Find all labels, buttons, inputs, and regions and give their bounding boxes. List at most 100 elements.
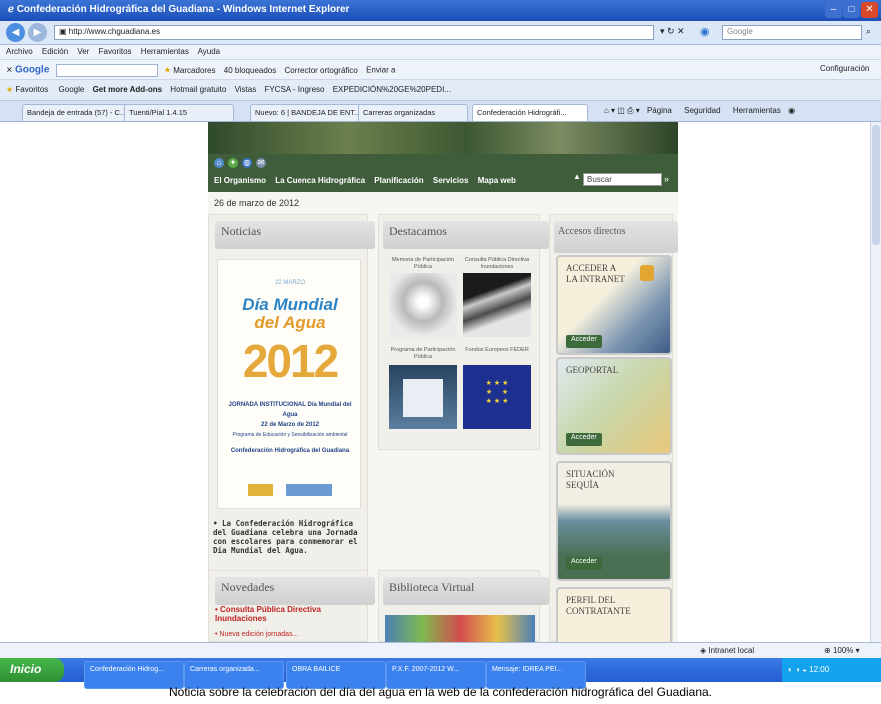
home-icon[interactable]: ⌂ ▾ — [604, 106, 617, 115]
intranet-access-button[interactable]: Acceder — [566, 335, 602, 348]
system-tray: ◐ ◑ ◒ 12:00 — [782, 658, 881, 682]
tools-menu[interactable]: Herramientas — [733, 106, 781, 115]
forward-button[interactable]: ▶ — [28, 23, 47, 42]
site-container: ⌂ ✦ ◍ ✉ El Organismo La Cuenca Hidrográf… — [208, 122, 678, 642]
novedades-heading: Novedades — [215, 577, 375, 605]
tab-carreras[interactable]: Carreras organizadas — [358, 104, 468, 121]
page-menu[interactable]: Página — [647, 106, 672, 115]
meeting-table-image[interactable] — [389, 273, 457, 337]
site-search-button[interactable]: » — [664, 174, 674, 185]
spellcheck-button[interactable]: Corrector ortográfico — [284, 66, 357, 75]
site-search-input[interactable]: Buscar — [583, 173, 662, 186]
poster-logos — [248, 484, 332, 496]
site-banner-image — [208, 122, 678, 154]
sequia-card[interactable]: SITUACIÓN SEQUÍA Acceder — [556, 461, 672, 581]
search-arrow-icon: ▲ — [573, 172, 581, 181]
close-button[interactable]: ✕ — [861, 2, 878, 18]
menu-item-ayuda[interactable]: Ayuda — [198, 47, 221, 56]
favorites-star-icon: ★ — [6, 85, 16, 94]
menu-item-edicion[interactable]: Edición — [42, 47, 68, 56]
minimize-button[interactable]: – — [825, 2, 842, 18]
favorite-google[interactable]: Google — [59, 85, 85, 94]
refresh-stop-icons[interactable]: ▾ ↻ ✕ — [660, 26, 685, 37]
help-icon[interactable]: ◉ — [788, 106, 795, 115]
sitemap-icon[interactable]: ✦ — [228, 158, 238, 168]
start-button[interactable]: Inicio — [0, 658, 64, 682]
favorite-vistas[interactable]: Vistas — [235, 85, 257, 94]
favorite-expedicion[interactable]: EXPEDICIÓN%20GE%20PEDI... — [333, 85, 451, 94]
accesos-heading: Accesos directos — [554, 221, 678, 253]
intranet-card[interactable]: ACCEDER A LA INTRANET Acceder — [556, 255, 672, 355]
perfil-card-title: PERFIL DEL CONTRATANTE — [566, 595, 631, 616]
ie-icon: ℯ — [8, 4, 17, 15]
nav-cuenca[interactable]: La Cuenca Hidrográfica — [275, 176, 365, 185]
feeds-icon[interactable]: ◫ — [617, 106, 627, 115]
current-date: 26 de marzo de 2012 — [214, 198, 300, 208]
news-item[interactable]: • La Confederación Hidrográfica del Guad… — [213, 519, 365, 555]
address-input[interactable]: ▣ http://www.chguadiana.es — [54, 25, 654, 40]
document-image — [403, 379, 443, 417]
popup-blocker-button[interactable]: 40 bloqueados — [224, 66, 277, 75]
menu-item-ver[interactable]: Ver — [77, 47, 89, 56]
main-nav: El Organismo La Cuenca Hidrográfica Plan… — [214, 176, 523, 185]
dia-agua-poster[interactable]: 22 MARZO Día Mundial del Agua 2012 JORNA… — [217, 259, 361, 509]
intranet-card-title: ACCEDER A LA INTRANET — [566, 263, 625, 284]
perfil-contratante-card[interactable]: PERFIL DEL CONTRATANTE — [556, 587, 672, 642]
eu-flag-image[interactable]: ★ ★ ★ ★ ★ ★ ★ ★ — [463, 365, 531, 429]
favorites-button[interactable]: Favoritos — [15, 85, 48, 94]
participation-image[interactable] — [389, 365, 457, 429]
nav-planificacion[interactable]: Planificación — [374, 176, 423, 185]
novedades-item-2[interactable]: • Nueva edición jornadas... — [215, 631, 363, 638]
back-button[interactable]: ◀ — [6, 23, 25, 42]
destacamos-heading: Destacamos — [383, 221, 549, 249]
menu-item-favoritos[interactable]: Favoritos — [99, 47, 132, 56]
address-toolbar: ◀ ▶ ▣ http://www.chguadiana.es ▾ ↻ ✕ ◉ G… — [0, 21, 881, 45]
menu-item-herramientas[interactable]: Herramientas — [141, 47, 189, 56]
scrollbar-thumb[interactable] — [872, 125, 880, 245]
tab-bandeja[interactable]: Bandeja de entrada (57) - C... — [22, 104, 130, 121]
noticias-heading: Noticias — [215, 221, 375, 249]
print-icon[interactable]: ⎙ ▾ — [627, 106, 642, 115]
language-icon[interactable]: ◍ — [242, 158, 252, 168]
contact-icon[interactable]: ✉ — [256, 158, 266, 168]
close-icon[interactable]: ✕ — [6, 66, 15, 75]
taskbar: Inicio Confederación Hidrog... Carreras … — [0, 658, 881, 689]
favorite-hotmail[interactable]: Hotmail gratuito — [170, 85, 226, 94]
window-title-bar: ℯ Confederación Hidrográfica del Guadian… — [0, 0, 881, 21]
google-toolbar: ✕ Google ★ Marcadores 40 bloqueados Corr… — [0, 59, 881, 79]
geoportal-card[interactable]: GEOPORTAL Acceder — [556, 357, 672, 455]
menu-item-archivo[interactable]: Archivo — [6, 47, 33, 56]
settings-button[interactable]: Configuración — [820, 64, 869, 73]
nav-el-organismo[interactable]: El Organismo — [214, 176, 266, 185]
novedades-item-1[interactable]: • Consulta Pública Directiva Inundacione… — [215, 605, 363, 623]
home-icon[interactable]: ⌂ — [214, 158, 224, 168]
tab-confederacion[interactable]: Confederación Hidrográfi... — [472, 104, 588, 121]
nav-servicios[interactable]: Servicios — [433, 176, 469, 185]
destacamos-caption-3: Programa de Participación Pública — [390, 347, 456, 360]
bookmarks-button[interactable]: Marcadores — [173, 66, 215, 75]
geoportal-access-button[interactable]: Acceder — [566, 433, 602, 446]
search-input[interactable]: Google — [722, 25, 862, 40]
google-search-box[interactable] — [55, 64, 158, 77]
send-to-button[interactable]: Enviar a — [366, 66, 395, 75]
maximize-button[interactable]: □ — [843, 2, 860, 18]
nav-mapa-web[interactable]: Mapa web — [478, 176, 516, 185]
search-icon[interactable]: ⌕ — [866, 26, 871, 37]
accesos-column: Accesos directos ACCEDER A LA INTRANET A… — [549, 214, 678, 642]
security-menu[interactable]: Seguridad — [684, 106, 720, 115]
favorite-addons[interactable]: Get more Add-ons — [93, 85, 162, 94]
sequia-access-button[interactable]: Acceder — [566, 557, 602, 570]
zoom-control[interactable]: ⊕ 100% ▾ — [824, 646, 860, 655]
window-title: Confederación Hidrográfica del Guadiana … — [16, 4, 350, 15]
flood-image[interactable] — [463, 273, 531, 337]
tab-nuevo[interactable]: Nuevo: 6 | BANDEJA DE ENT... — [250, 104, 364, 121]
tray-icons[interactable]: ◐ ◑ ◒ — [788, 665, 809, 674]
tab-tuenti[interactable]: Tuenti/Pial 1.4.15 — [124, 104, 234, 121]
zone-indicator: ◈ Intranet local — [700, 646, 755, 655]
biblioteca-banner-image[interactable] — [385, 615, 535, 642]
status-bar: ◈ Intranet local ⊕ 100% ▾ — [0, 642, 881, 658]
figure-caption: Noticia sobre la celebración del día del… — [168, 685, 713, 699]
favorite-fycsa[interactable]: FYCSA - Ingreso — [264, 85, 324, 94]
clock: 12:00 — [809, 665, 830, 674]
star-icon: ★ — [163, 65, 172, 75]
